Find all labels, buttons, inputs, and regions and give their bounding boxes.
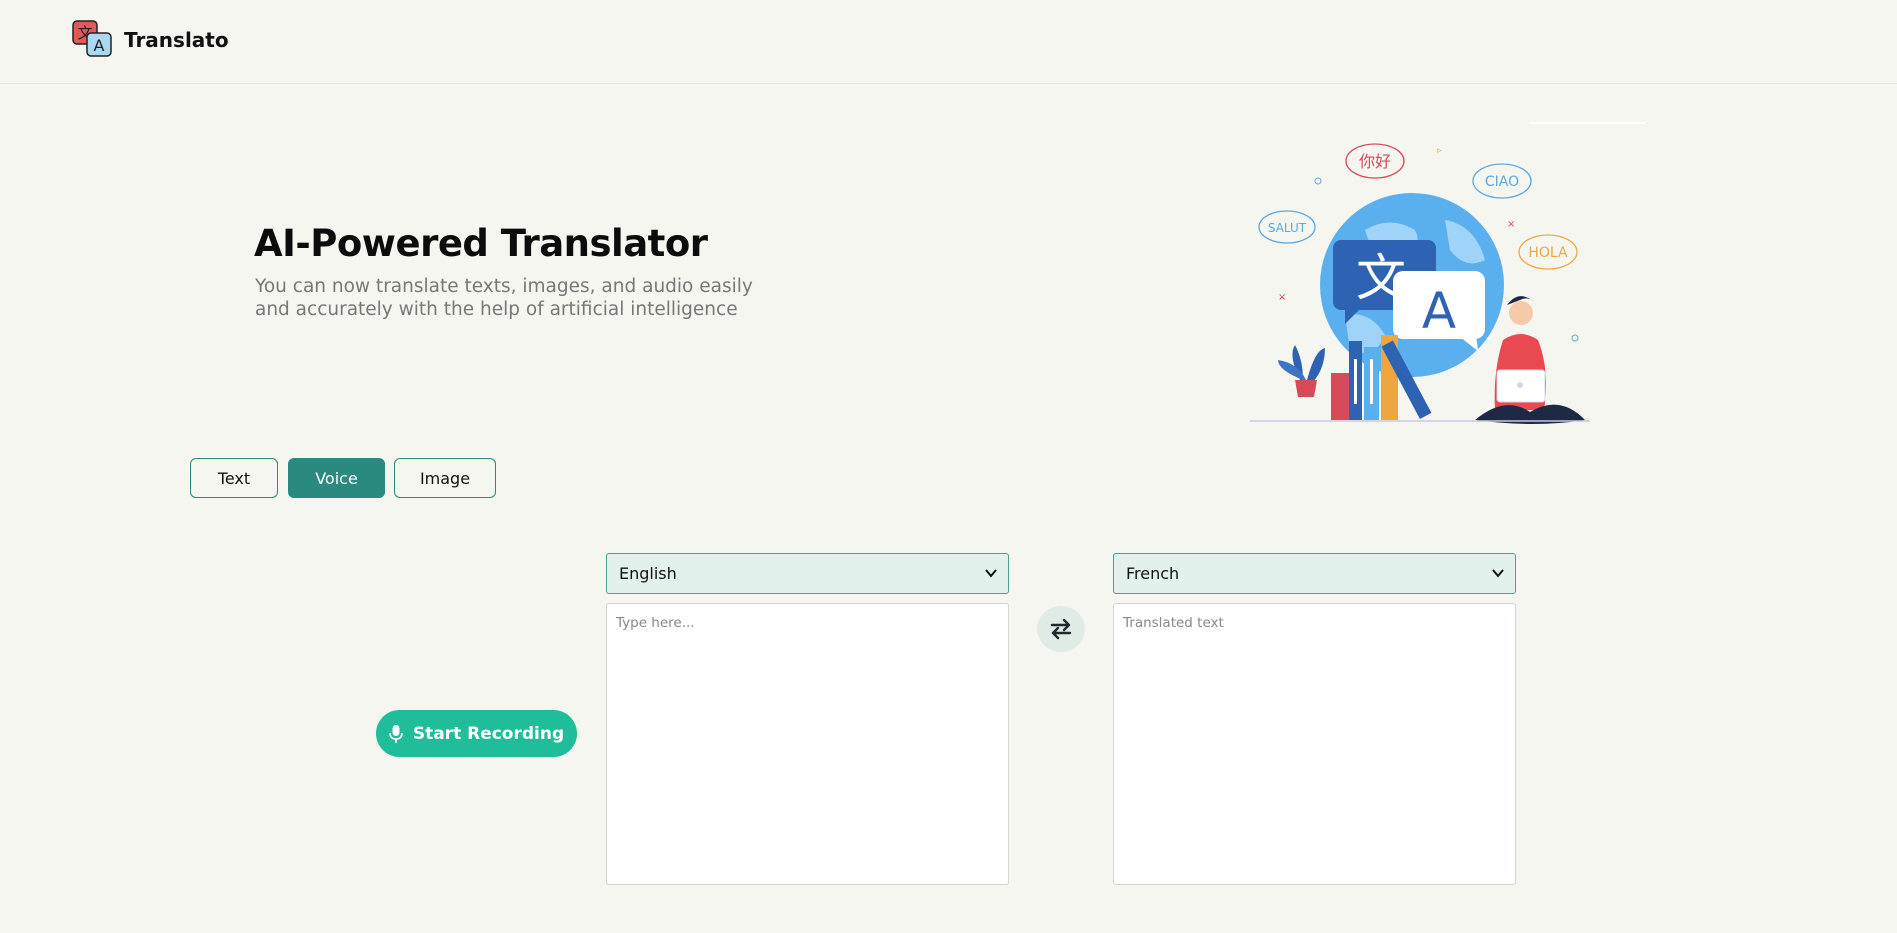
bubble-ciao: CIAO [1485,174,1519,190]
start-recording-label: Start Recording [412,723,565,744]
source-language-value: English [619,564,677,583]
svg-text:×: × [1278,292,1286,303]
microphone-icon [389,724,403,743]
page-subtitle: You can now translate texts, images, and… [255,276,753,320]
svg-text:×: × [1507,219,1515,230]
logo-front-glyph: A [94,36,105,55]
swap-arrows-icon [1050,618,1072,640]
source-language-select[interactable]: English [606,553,1009,594]
translate-logo-icon[interactable]: 文 A [72,19,114,59]
chevron-down-icon [985,569,997,578]
source-text-input[interactable]: Type here... [606,603,1009,885]
swap-languages-button[interactable] [1037,606,1085,652]
app-header: 文 A Translato [0,0,1897,84]
tab-text[interactable]: Text [190,458,278,498]
tab-image[interactable]: Image [394,458,496,498]
chevron-down-icon [1492,569,1504,578]
illustration-glyph-a: A [1422,282,1456,340]
translation-illustration: 你好 CIAO SALUT HOLA × × ▹ 文 A [1250,122,1645,424]
bubble-nihao: 你好 [1359,152,1391,171]
svg-text:▹: ▹ [1437,146,1442,156]
tab-voice[interactable]: Voice [288,458,385,498]
bubble-hola: HOLA [1528,245,1568,261]
page-title: AI-Powered Translator [254,222,708,265]
bubble-salut: SALUT [1268,221,1307,235]
target-language-value: French [1126,564,1180,583]
target-placeholder: Translated text [1123,615,1224,631]
brand-name[interactable]: Translato [124,28,229,52]
start-recording-button[interactable]: Start Recording [376,710,577,757]
source-placeholder: Type here... [616,615,695,631]
translated-text-output[interactable]: Translated text [1113,603,1516,885]
target-language-select[interactable]: French [1113,553,1516,594]
